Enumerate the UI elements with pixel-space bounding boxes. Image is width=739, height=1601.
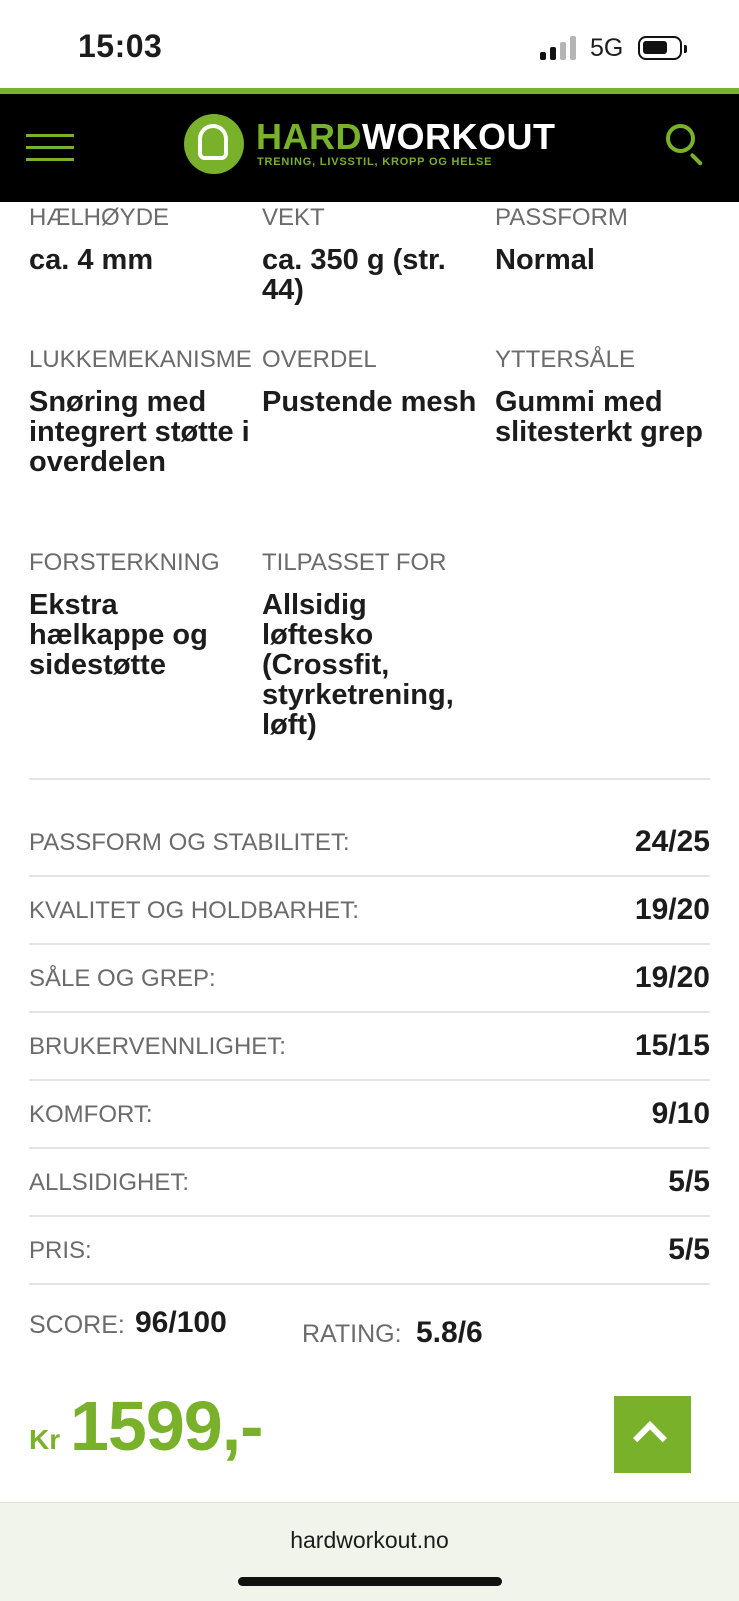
price-currency: Kr bbox=[29, 1424, 61, 1455]
browser-url-bar[interactable]: hardworkout.no bbox=[0, 1502, 739, 1601]
spec-value: Normal bbox=[495, 244, 595, 276]
brand-workout: WORKOUT bbox=[362, 116, 556, 157]
spec-value: Snøring med integrert støtte i overdelen bbox=[29, 386, 250, 478]
site-logo-text[interactable]: HARDWORKOUT bbox=[256, 116, 555, 158]
score-value: 19/20 bbox=[634, 961, 710, 994]
total-score-label: SCORE: bbox=[29, 1311, 125, 1339]
spec-outsole: YTTERSÅLE Gummi med slitesterkt grep bbox=[495, 346, 717, 447]
score-label: KVALITET OG HOLDBARHET: bbox=[29, 897, 359, 924]
logo-icon[interactable] bbox=[184, 114, 244, 174]
spec-value: Gummi med slitesterkt grep bbox=[495, 386, 703, 448]
score-row: KOMFORT: 9/10 bbox=[29, 1081, 710, 1149]
score-value: 5/5 bbox=[668, 1233, 710, 1266]
spec-value: Allsidig løftesko (Crossfit, styrketreni… bbox=[262, 589, 454, 741]
spec-value: Ekstra hælkappe og sidestøtte bbox=[29, 589, 208, 681]
score-label: ALLSIDIGHET: bbox=[29, 1169, 190, 1196]
score-value: 15/15 bbox=[634, 1029, 710, 1062]
home-indicator[interactable] bbox=[238, 1577, 502, 1586]
spec-upper: OVERDEL Pustende mesh bbox=[262, 346, 484, 417]
url-text[interactable]: hardworkout.no bbox=[0, 1527, 739, 1554]
hamburger-menu-icon[interactable] bbox=[26, 132, 74, 162]
total-score-value: 96/100 bbox=[135, 1306, 227, 1339]
spec-suited-for: TILPASSET FOR Allsidig løftesko (Crossfi… bbox=[262, 549, 484, 740]
spec-label: OVERDEL bbox=[262, 346, 377, 373]
score-label: BRUKERVENNLIGHET: bbox=[29, 1033, 286, 1060]
section-divider bbox=[29, 778, 710, 780]
scroll-to-top-button[interactable] bbox=[614, 1396, 691, 1473]
spec-label: HÆLHØYDE bbox=[29, 204, 170, 231]
score-row: BRUKERVENNLIGHET: 15/15 bbox=[29, 1013, 710, 1081]
score-label: PASSFORM OG STABILITET: bbox=[29, 829, 350, 856]
site-tagline: TRENING, LIVSSTIL, KROPP OG HELSE bbox=[257, 156, 493, 168]
score-label: KOMFORT: bbox=[29, 1101, 153, 1128]
score-row: PRIS: 5/5 bbox=[29, 1217, 710, 1285]
rating-value: 5.8/6 bbox=[416, 1316, 483, 1349]
score-value: 19/20 bbox=[634, 893, 710, 926]
status-bar: 15:03 5G bbox=[0, 0, 739, 92]
site-header: HARDWORKOUT TRENING, LIVSSTIL, KROPP OG … bbox=[0, 88, 739, 202]
status-time: 15:03 bbox=[78, 28, 163, 64]
score-label: SÅLE OG GREP: bbox=[29, 965, 216, 992]
spec-label: FORSTERKNING bbox=[29, 549, 220, 576]
score-row: ALLSIDIGHET: 5/5 bbox=[29, 1149, 710, 1217]
spec-label: LUKKEMEKANISME bbox=[29, 346, 252, 373]
spec-value: Pustende mesh bbox=[262, 386, 477, 418]
score-row: SÅLE OG GREP: 19/20 bbox=[29, 945, 710, 1013]
signal-icon bbox=[540, 36, 578, 60]
scroll-to-top-icon bbox=[633, 1421, 667, 1455]
spec-fit: PASSFORM Normal bbox=[495, 204, 717, 275]
network-type: 5G bbox=[590, 34, 624, 62]
spec-value: ca. 4 mm bbox=[29, 244, 154, 276]
spec-heel-height: HÆLHØYDE ca. 4 mm bbox=[29, 204, 251, 275]
score-row: KVALITET OG HOLDBARHET: 19/20 bbox=[29, 877, 710, 945]
rating-label: RATING: bbox=[302, 1320, 402, 1348]
spec-reinforcement: FORSTERKNING Ekstra hælkappe og sidestøt… bbox=[29, 549, 251, 680]
price-amount: 1599,- bbox=[70, 1387, 263, 1465]
score-value: 9/10 bbox=[651, 1097, 710, 1130]
spec-label: YTTERSÅLE bbox=[495, 346, 636, 373]
spec-weight: VEKT ca. 350 g (str. 44) bbox=[262, 204, 484, 305]
spec-label: VEKT bbox=[262, 204, 325, 231]
search-icon[interactable] bbox=[666, 124, 706, 168]
brand-hard: HARD bbox=[256, 116, 362, 157]
score-label: PRIS: bbox=[29, 1237, 92, 1264]
spec-closure: LUKKEMEKANISME Snøring med integrert stø… bbox=[29, 346, 252, 478]
spec-value: ca. 350 g (str. 44) bbox=[262, 244, 446, 306]
score-value: 24/25 bbox=[634, 825, 710, 858]
score-row: PASSFORM OG STABILITET: 24/25 bbox=[29, 809, 710, 877]
spec-label: PASSFORM bbox=[495, 204, 628, 231]
battery-icon bbox=[638, 36, 687, 60]
score-value: 5/5 bbox=[668, 1165, 710, 1198]
spec-label: TILPASSET FOR bbox=[262, 549, 447, 576]
